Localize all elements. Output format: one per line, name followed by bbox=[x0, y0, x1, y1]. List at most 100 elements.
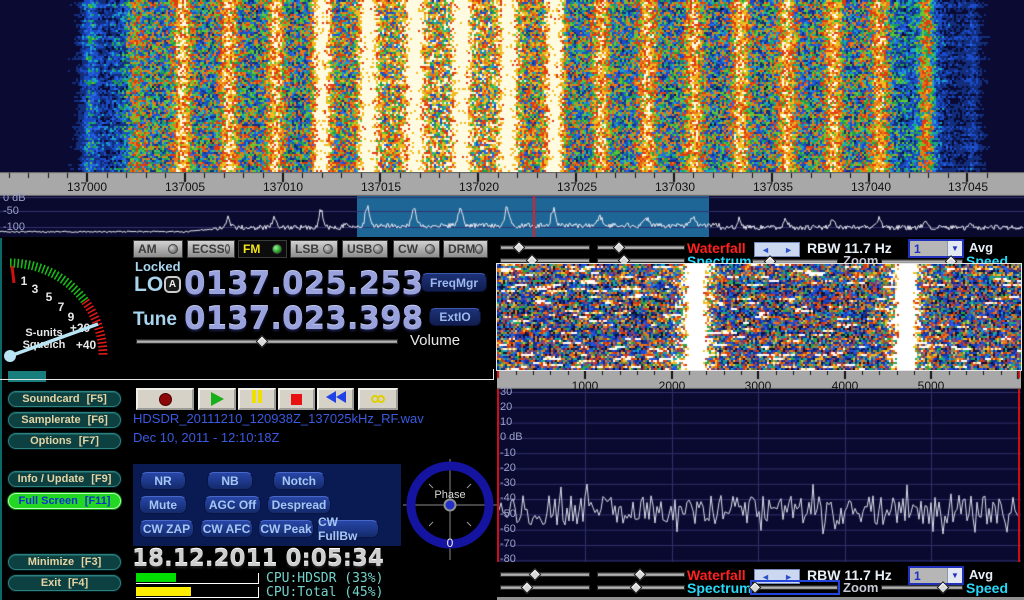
slider-track[interactable] bbox=[500, 572, 590, 577]
dsp-label: NR bbox=[154, 474, 171, 488]
slider-thumb[interactable] bbox=[936, 581, 949, 594]
arrow-right-icon[interactable]: ► bbox=[784, 572, 793, 582]
rf-spectrum-display[interactable]: 3020100 dB-10-20-30-40-50-60-70-80 bbox=[497, 389, 1021, 562]
slider-thumb[interactable] bbox=[613, 241, 626, 254]
exit-button[interactable]: Exit [F4] bbox=[8, 575, 121, 591]
waterfall-brightness-slider[interactable] bbox=[500, 242, 590, 253]
recording-filename: HDSDR_20111210_120938Z_137025kHz_RF.wav bbox=[133, 411, 424, 426]
squelch-indicator-bar[interactable] bbox=[8, 371, 46, 382]
smeter-tick-1: 1 bbox=[21, 274, 28, 288]
tune-frequency-display[interactable]: 0137.023.398 bbox=[184, 304, 423, 335]
volume-slider-thumb[interactable] bbox=[255, 335, 268, 348]
frequency-tick-label: 137000 bbox=[67, 180, 107, 194]
nb-button[interactable]: NB bbox=[207, 472, 253, 490]
extio-button[interactable]: ExtIO bbox=[429, 308, 481, 326]
tune-frequency-marker bbox=[533, 196, 535, 237]
slider-track[interactable] bbox=[597, 245, 685, 250]
cpu-total-fill bbox=[136, 587, 191, 596]
mode-fm-button[interactable]: FM bbox=[238, 240, 287, 258]
arrow-left-icon[interactable]: ◄ bbox=[761, 572, 770, 582]
cpu-hdsdr-text: CPU:HDSDR (33%) bbox=[266, 571, 383, 586]
lo-auto-button[interactable]: A bbox=[164, 276, 181, 293]
nr-button[interactable]: NR bbox=[140, 472, 186, 490]
date-time-display: 18.12.2011 0:05:34 bbox=[132, 546, 384, 572]
dsp-label: CW AFC bbox=[203, 522, 251, 536]
chevron-down-icon[interactable]: ▼ bbox=[947, 241, 962, 256]
play-button[interactable] bbox=[198, 388, 236, 410]
info-update-button[interactable]: Info / Update [F9] bbox=[8, 471, 121, 487]
slider-thumb[interactable] bbox=[529, 568, 542, 581]
stop-icon bbox=[291, 394, 302, 405]
options-button[interactable]: Options [F7] bbox=[8, 433, 121, 449]
mode-am-button[interactable]: AM bbox=[133, 240, 183, 258]
stop-button[interactable] bbox=[278, 388, 315, 410]
tune-label: Tune bbox=[133, 309, 177, 331]
soundcard-button[interactable]: Soundcard [F5] bbox=[8, 391, 121, 407]
spectrum-overview-strip[interactable]: 0 dB-50-100 bbox=[0, 196, 1024, 237]
speed-slider-2[interactable] bbox=[881, 582, 963, 593]
play-icon bbox=[211, 392, 224, 406]
agc-off-button[interactable]: AGC Off bbox=[204, 496, 261, 514]
spectrum-right-marker bbox=[1018, 389, 1020, 562]
spectrum-range-slider-2[interactable] bbox=[500, 582, 590, 593]
loop-button[interactable] bbox=[358, 388, 398, 410]
cw-afc-button[interactable]: CW AFC bbox=[200, 520, 253, 538]
minimize-button[interactable]: Minimize [F3] bbox=[8, 554, 121, 570]
audio-frequency-scale[interactable]: 10002000300040005000 bbox=[497, 371, 1021, 389]
slider-thumb[interactable] bbox=[521, 581, 534, 594]
mode-lsb-button[interactable]: LSB bbox=[290, 240, 338, 258]
slider-thumb[interactable] bbox=[629, 581, 642, 594]
cw-fullbw-button[interactable]: CW FullBw bbox=[317, 520, 379, 538]
spectrum-label-2[interactable]: Spectrum bbox=[687, 580, 752, 596]
lo-frequency-display[interactable]: 0137.025.253 bbox=[184, 269, 423, 300]
mode-usb-button[interactable]: USB bbox=[342, 240, 388, 258]
rewind-button[interactable] bbox=[317, 388, 354, 410]
main-frequency-scale[interactable]: 1370001370051370101370151370201370251370… bbox=[0, 172, 1024, 196]
fullscreen-button[interactable]: Full Screen [F11] bbox=[8, 493, 121, 509]
waterfall-contrast-slider[interactable] bbox=[597, 242, 685, 253]
main-waterfall-display[interactable] bbox=[0, 0, 1024, 172]
record-icon bbox=[159, 393, 172, 406]
frequency-tick-label: 137005 bbox=[165, 180, 205, 194]
samplerate-button[interactable]: Samplerate [F6] bbox=[8, 412, 121, 428]
db-tick-label: 30 bbox=[500, 386, 512, 398]
lo-label: LO bbox=[134, 273, 163, 297]
dsp-label: AGC Off bbox=[209, 498, 256, 512]
spectrum-offset-slider-2[interactable] bbox=[597, 582, 685, 593]
locked-label: Locked bbox=[135, 259, 181, 274]
slider-thumb[interactable] bbox=[634, 568, 647, 581]
volume-slider[interactable] bbox=[136, 336, 398, 347]
cw-zap-button[interactable]: CW ZAP bbox=[139, 520, 194, 538]
despread-button[interactable]: Despread bbox=[267, 496, 331, 514]
slider-thumb[interactable] bbox=[513, 241, 526, 254]
chevron-down-icon[interactable]: ▼ bbox=[947, 568, 962, 583]
arrow-left-icon[interactable]: ◄ bbox=[761, 245, 770, 255]
mode-cw-button[interactable]: CW bbox=[393, 240, 440, 258]
rf-waterfall-display[interactable] bbox=[497, 264, 1021, 370]
slider-track[interactable] bbox=[881, 585, 963, 590]
mode-led-icon bbox=[168, 244, 178, 254]
frequency-tick-label: 137045 bbox=[948, 180, 988, 194]
auto-button-label: A bbox=[169, 279, 176, 290]
pause-button[interactable] bbox=[238, 388, 276, 410]
rbw-spinner[interactable]: ◄► bbox=[754, 242, 800, 257]
mute-button[interactable]: Mute bbox=[139, 496, 187, 514]
arrow-right-icon[interactable]: ► bbox=[784, 245, 793, 255]
cw-peak-button[interactable]: CW Peak bbox=[258, 520, 314, 538]
record-button[interactable] bbox=[136, 388, 194, 410]
frequency-tick-label: 137015 bbox=[361, 180, 401, 194]
waterfall-contrast-slider-2[interactable] bbox=[597, 569, 685, 580]
waterfall-brightness-slider-2[interactable] bbox=[500, 569, 590, 580]
mode-label: AM bbox=[138, 242, 157, 256]
dsp-label: Despread bbox=[272, 498, 327, 512]
dsp-label: NB bbox=[221, 474, 238, 488]
cpu-hdsdr-bar bbox=[136, 573, 259, 584]
freqmgr-button[interactable]: FreqMgr bbox=[421, 273, 487, 292]
dsp-label: Mute bbox=[149, 498, 177, 512]
mode-ecss-button[interactable]: ECSS bbox=[187, 240, 235, 258]
slider-track[interactable] bbox=[752, 585, 838, 590]
mode-drm-button[interactable]: DRM bbox=[443, 240, 488, 258]
notch-button[interactable]: Notch bbox=[273, 472, 325, 490]
zoom-slider-2[interactable] bbox=[752, 582, 838, 593]
slider-track[interactable] bbox=[500, 585, 590, 590]
